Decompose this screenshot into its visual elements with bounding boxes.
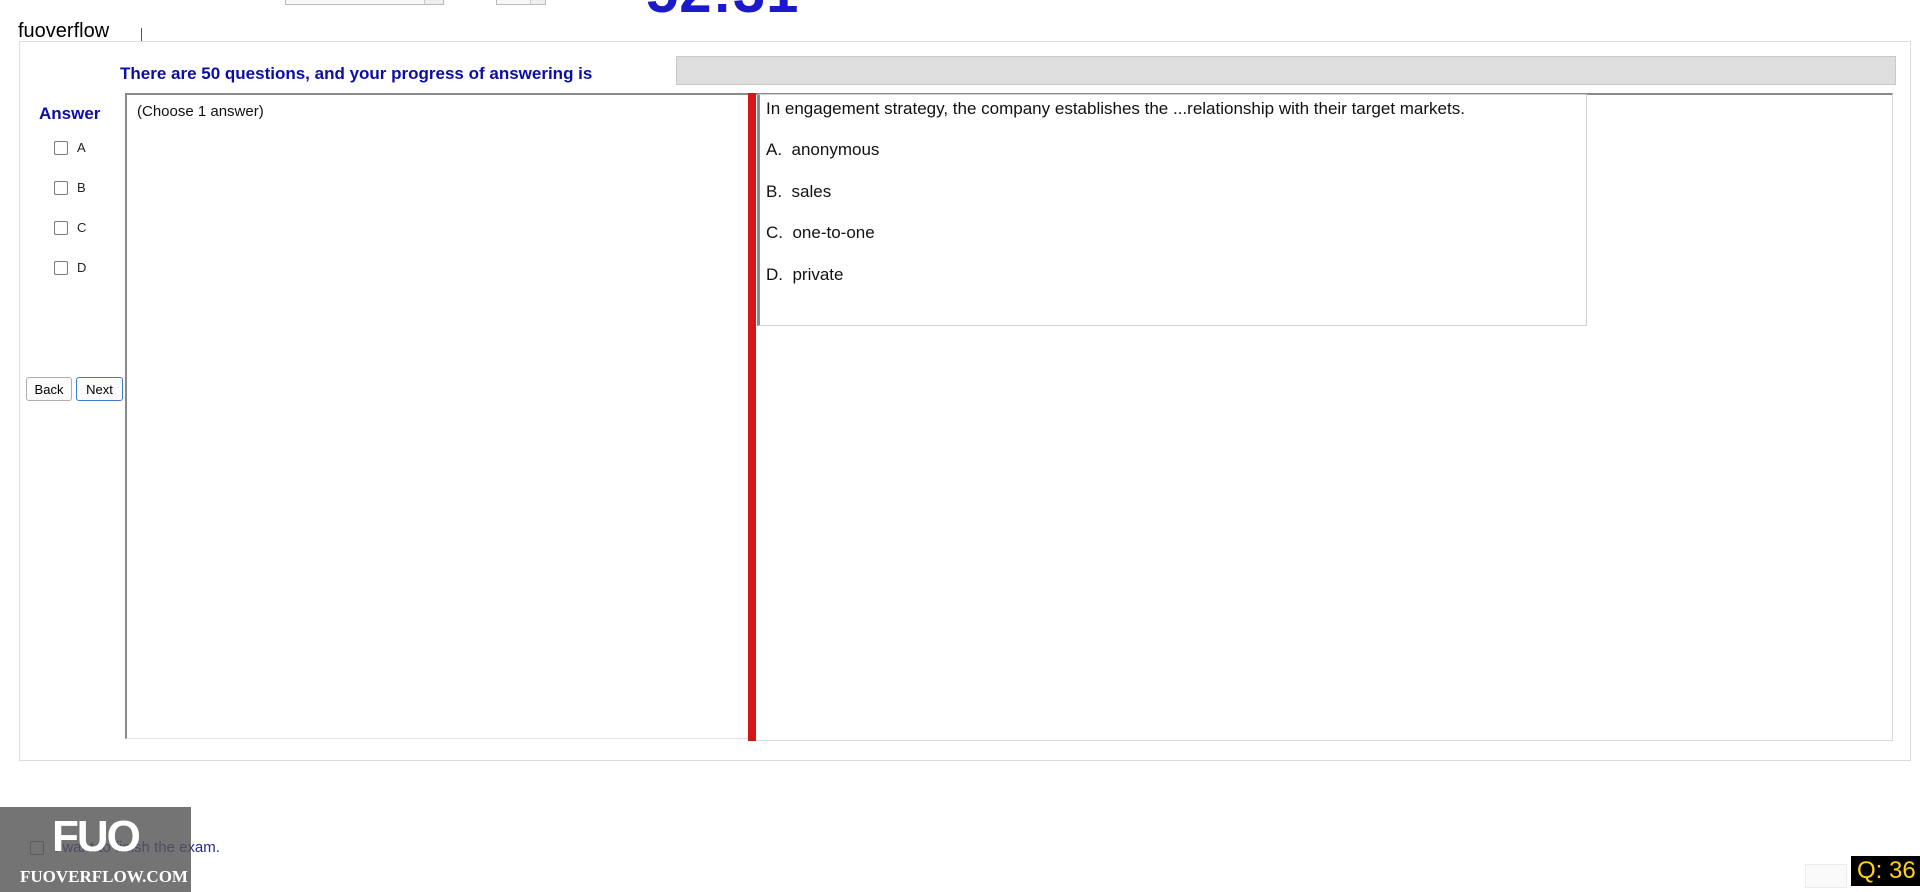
progress-label: There are 50 questions, and your progres…	[120, 64, 593, 83]
option-letter: C.	[766, 223, 783, 242]
question-option-b: B. sales	[766, 182, 831, 202]
next-button[interactable]: Next	[76, 377, 123, 401]
answer-option-label: B	[77, 180, 86, 195]
answer-title: Answer	[39, 104, 101, 123]
back-button[interactable]: Back	[26, 377, 72, 401]
question-option-c: C. one-to-one	[766, 223, 875, 243]
top-small-dropdown[interactable]	[496, 0, 546, 5]
option-letter: A.	[766, 140, 783, 159]
progress-bar	[676, 56, 1896, 85]
checkbox-d[interactable]	[54, 260, 68, 275]
answer-option-a[interactable]: A	[54, 140, 86, 155]
watermark-overlay: FUO FUOVERFLOW.COM	[0, 807, 191, 892]
answer-option-d[interactable]: D	[54, 260, 86, 275]
dropdown-arrow-icon[interactable]	[424, 0, 443, 4]
panel-splitter[interactable]	[748, 93, 756, 741]
top-dropdown[interactable]	[285, 0, 444, 5]
answer-option-label: C	[77, 220, 87, 235]
answer-option-c[interactable]: C	[54, 220, 86, 235]
choose-instruction: (Choose 1 answer)	[137, 103, 264, 120]
question-option-a: A. anonymous	[766, 140, 879, 160]
question-option-d: D. private	[766, 265, 843, 285]
option-text: private	[792, 265, 844, 284]
checkbox-c[interactable]	[54, 220, 68, 235]
answer-option-b[interactable]: B	[54, 180, 86, 195]
question-text: In engagement strategy, the company esta…	[766, 99, 1465, 118]
option-text: one-to-one	[792, 223, 875, 242]
question-box: In engagement strategy, the company esta…	[757, 94, 1587, 326]
answer-instruction-panel: (Choose 1 answer)	[125, 93, 750, 739]
answer-option-label: A	[77, 140, 86, 155]
answer-option-label: D	[77, 260, 87, 275]
dropdown-arrow-icon[interactable]	[530, 0, 545, 4]
checkbox-a[interactable]	[54, 140, 68, 155]
option-text: anonymous	[791, 140, 880, 159]
watermark-text: FUOVERFLOW.COM	[20, 867, 188, 886]
watermark-logo: FUO	[52, 812, 141, 861]
option-text: sales	[791, 182, 832, 201]
footer-input-box[interactable]	[1805, 864, 1847, 888]
checkbox-b[interactable]	[54, 180, 68, 195]
countdown-timer: 52:31	[646, 0, 799, 22]
question-counter-badge: Q: 36	[1851, 856, 1920, 886]
brand-label: fuoverflow	[18, 20, 110, 42]
option-letter: D.	[766, 265, 783, 284]
option-letter: B.	[766, 182, 783, 201]
